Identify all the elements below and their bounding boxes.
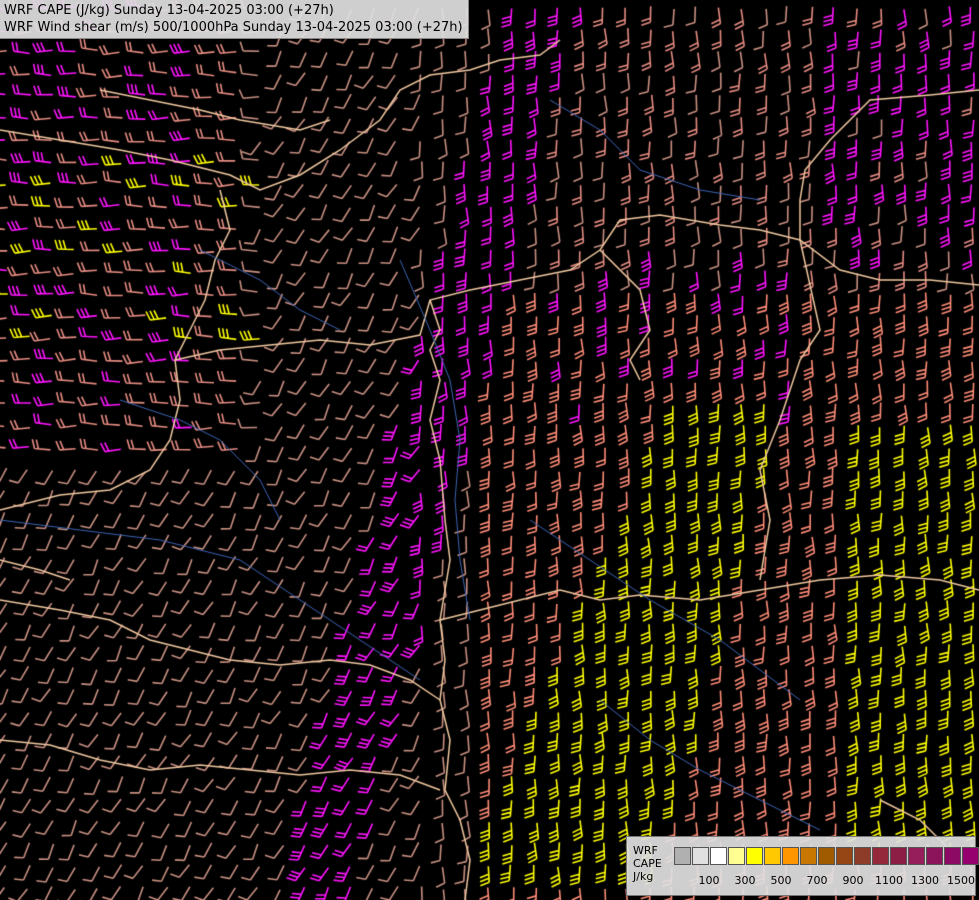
legend-tick-label: 1500 xyxy=(947,874,975,887)
legend-swatch xyxy=(764,847,781,865)
legend-swatch xyxy=(674,847,691,865)
title-cape: WRF CAPE (J/kg) Sunday 13-04-2025 03:00 … xyxy=(4,3,334,18)
legend-swatch xyxy=(890,847,907,865)
wind-shear-map xyxy=(0,0,979,900)
legend-swatch xyxy=(782,847,799,865)
legend-color-scale xyxy=(674,847,979,865)
legend-swatch xyxy=(872,847,889,865)
legend-swatch xyxy=(944,847,961,865)
legend-swatch xyxy=(800,847,817,865)
legend-tick-label: 1300 xyxy=(911,874,939,887)
legend-swatch xyxy=(728,847,745,865)
legend-tick-label: 700 xyxy=(806,874,828,887)
title-wind-shear: WRF Wind shear (m/s) 500/1000hPa Sunday … xyxy=(4,20,463,35)
legend-tick-labels: 100 300 500 700 900 1100 1300 1500 xyxy=(674,874,976,888)
legend-tick-label: 900 xyxy=(842,874,864,887)
legend-swatch xyxy=(710,847,727,865)
legend-title-model: WRF xyxy=(633,844,658,857)
legend-swatch xyxy=(692,847,709,865)
legend-tick-label: 1100 xyxy=(875,874,903,887)
legend-swatch xyxy=(836,847,853,865)
legend-tick-label: 300 xyxy=(734,874,756,887)
legend-swatch xyxy=(926,847,943,865)
legend-swatch xyxy=(908,847,925,865)
map-title: WRF CAPE (J/kg) Sunday 13-04-2025 03:00 … xyxy=(0,0,469,39)
legend-swatch xyxy=(962,847,979,865)
legend-title-variable: CAPE xyxy=(633,857,662,870)
legend-title-unit: J/kg xyxy=(633,870,654,883)
legend-tick-label: 500 xyxy=(770,874,792,887)
cape-legend: WRF CAPE J/kg 100 300 500 700 900 1100 1300 150… xyxy=(626,836,979,896)
legend-swatch xyxy=(854,847,871,865)
legend-tick-label: 100 xyxy=(698,874,720,887)
legend-swatch xyxy=(746,847,763,865)
legend-swatch xyxy=(818,847,835,865)
legend-title: WRF CAPE J/kg xyxy=(633,844,662,883)
